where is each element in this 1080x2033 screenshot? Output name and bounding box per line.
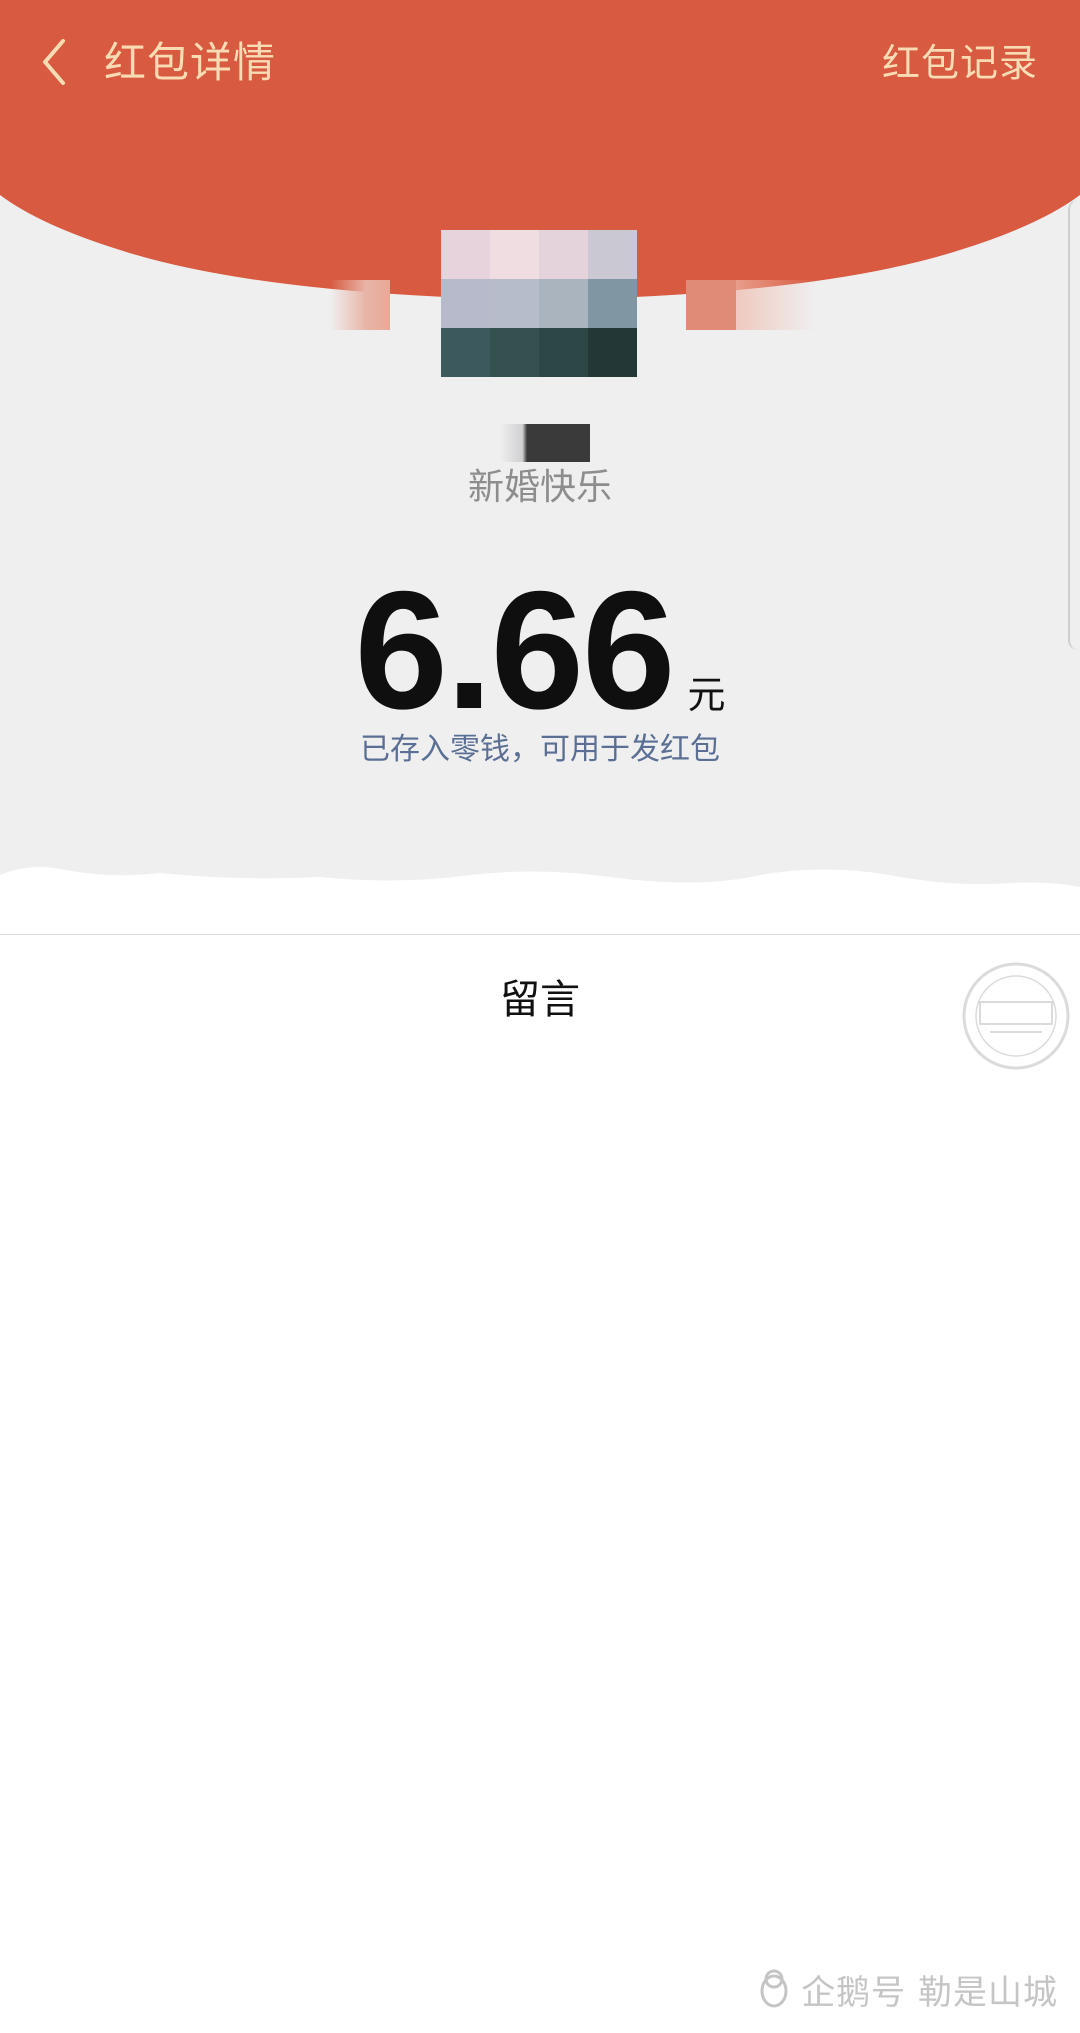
site-stamp-icon (962, 962, 1070, 1070)
amount-value: 6.66 (354, 556, 676, 744)
section-divider (0, 934, 1080, 935)
scrollbar[interactable] (1068, 200, 1080, 650)
greeting-message: 新婚快乐 (467, 467, 612, 508)
message-section-label: 留言 (500, 977, 580, 1023)
footer-watermark-text: 企鹅号 勒是山城 (801, 1972, 1058, 2013)
sender-avatar[interactable] (441, 230, 637, 377)
page-title: 红包详情 (104, 38, 277, 87)
red-packet-records-link[interactable]: 红包记录 (882, 30, 1038, 96)
footer-watermark: 企鹅号 勒是山城 (757, 1959, 1058, 2019)
currency-unit: 元 (687, 673, 726, 717)
amount-row: 6.66 元 (0, 556, 1080, 744)
blurred-region-right-fade (736, 280, 816, 330)
blurred-region-left (330, 280, 390, 330)
blurred-region-right (686, 280, 736, 330)
saved-to-balance-note[interactable]: 已存入零钱，可用于发红包 (0, 725, 1080, 775)
torn-paper-edge (0, 867, 1080, 935)
penguin-icon (760, 1969, 788, 2008)
chevron-left-icon (43, 39, 65, 85)
back-button[interactable] (24, 26, 84, 98)
sender-name-redacted (500, 424, 590, 462)
